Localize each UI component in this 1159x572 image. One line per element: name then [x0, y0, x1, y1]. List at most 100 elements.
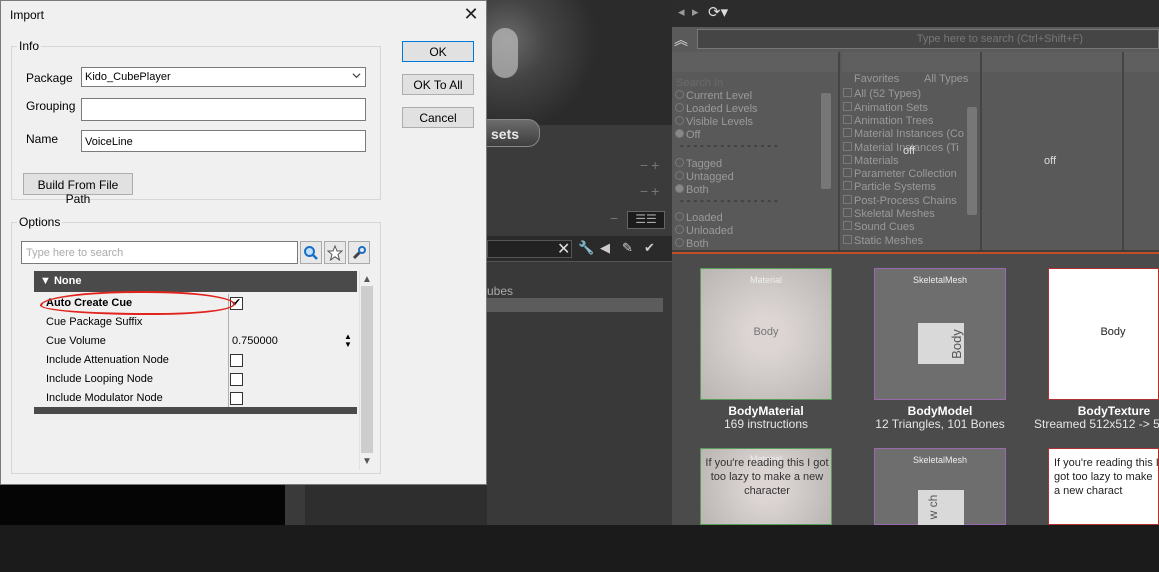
search-icon[interactable]: [300, 241, 322, 264]
asset-preview-text: If you're reading this I got too lazy to…: [1054, 457, 1159, 497]
asset-type-label: Material: [749, 275, 782, 285]
search-in-header: Search In: [676, 77, 724, 89]
star-icon[interactable]: [324, 241, 346, 264]
all-types-tab[interactable]: All Types: [924, 73, 968, 86]
close-icon[interactable]: ✕: [460, 3, 482, 25]
wrench-icon[interactable]: [348, 241, 370, 264]
type-filter[interactable]: Animation Trees: [843, 115, 933, 128]
level-filter-visible[interactable]: Visible Levels: [675, 116, 753, 129]
types-scrollbar[interactable]: [967, 107, 977, 215]
asset-info: 169 instructions: [723, 417, 809, 431]
type-filter[interactable]: Static Meshes: [843, 235, 923, 247]
load-filter-loaded[interactable]: Loaded: [675, 212, 723, 225]
tag-filter-untagged[interactable]: Untagged: [675, 171, 734, 184]
add-remove-icon[interactable]: −+: [640, 183, 662, 199]
type-filter[interactable]: All (52 Types): [843, 88, 921, 101]
asset-preview-text: w ch: [926, 494, 940, 520]
asset-preview-text: Body: [753, 326, 779, 338]
view-mode-toggle[interactable]: ☰☰: [627, 211, 665, 229]
content-browser-nav-bar: ◂ ▸ ⟳▾: [672, 0, 1159, 27]
property-row-include-looping-node: Include Looping Node: [34, 370, 357, 389]
favorites-tab[interactable]: Favorites: [854, 73, 899, 86]
spinner-arrows-icon[interactable]: ▲ ▼: [344, 333, 352, 349]
package-label: Package: [26, 71, 73, 85]
load-filter-both[interactable]: Both: [675, 238, 709, 248]
separator: - - - - - - - - - - - - - - -: [680, 195, 778, 207]
type-filter[interactable]: Material Instances (Co: [843, 128, 967, 141]
options-group-label: Options: [17, 215, 63, 229]
divider: [1122, 52, 1124, 250]
load-filter-unloaded[interactable]: Unloaded: [675, 225, 733, 238]
property-name: Cue Volume: [46, 335, 106, 347]
add-remove-icon[interactable]: −+: [640, 157, 662, 173]
divider: [228, 351, 229, 370]
options-search-input[interactable]: Type here to search: [21, 241, 298, 264]
collapse-filters-icon[interactable]: ︽: [674, 30, 688, 50]
asset-name: BodyModel: [907, 404, 973, 418]
asset-type-label: SkeletalMesh: [912, 275, 968, 285]
scroll-up-icon[interactable]: ▲: [362, 274, 372, 285]
include-modulator-node-checkbox[interactable]: [230, 392, 243, 405]
level-filter-loaded[interactable]: Loaded Levels: [675, 103, 758, 116]
scrollbar-thumb[interactable]: [361, 286, 373, 453]
type-filter[interactable]: Sound Cues: [843, 221, 915, 234]
ok-to-all-button[interactable]: OK To All: [402, 74, 474, 95]
filter-off-label: off: [1044, 155, 1057, 167]
red-annotation-circle: [40, 291, 235, 315]
type-filter[interactable]: Post-Process Chains: [843, 195, 957, 208]
type-filter[interactable]: Particle Systems: [843, 181, 936, 194]
property-name: Include Modulator Node: [46, 392, 163, 404]
add-remove-icon[interactable]: −: [610, 210, 621, 226]
wrench-icon[interactable]: 🔧: [578, 240, 594, 256]
package-combo[interactable]: Kido_CubePlayer: [81, 67, 366, 87]
refresh-icon[interactable]: ⟳▾: [708, 3, 728, 21]
editor-splitter[interactable]: [285, 485, 305, 525]
package-value: Kido_CubePlayer: [85, 71, 171, 83]
cue-volume-input[interactable]: 0.750000: [232, 335, 278, 347]
build-from-file-path-button[interactable]: Build From File Path: [23, 173, 133, 206]
property-category-none[interactable]: ▼ None: [34, 271, 357, 292]
cancel-button[interactable]: Cancel: [402, 107, 474, 128]
level-filter-current[interactable]: Current Level: [675, 90, 752, 103]
check-icon[interactable]: ✔: [644, 240, 655, 256]
speaker-icon[interactable]: ◀: [600, 240, 610, 256]
include-looping-node-checkbox[interactable]: [230, 373, 243, 386]
clear-search-icon[interactable]: ✕: [557, 239, 570, 259]
property-row-include-attenuation-node: Include Attenuation Node: [34, 351, 357, 370]
type-filter[interactable]: Skeletal Meshes: [843, 208, 935, 221]
type-filter[interactable]: Parameter Collection: [843, 168, 957, 181]
type-filter[interactable]: Materials: [843, 155, 899, 168]
filter-scrollbar[interactable]: [821, 93, 831, 189]
asset-name: BodyTexture: [1077, 404, 1151, 418]
asset-type-label: SkeletalMesh: [912, 455, 968, 465]
divider: [228, 370, 229, 389]
package-tree-selected-row[interactable]: [487, 298, 663, 312]
name-label: Name: [26, 132, 59, 146]
info-group-label: Info: [17, 39, 42, 53]
back-icon[interactable]: ◂: [678, 4, 685, 20]
asset-preview-text: Body: [1100, 326, 1126, 338]
filter-off-label: off: [903, 145, 916, 157]
asset-preview-text: Body: [949, 329, 964, 359]
scroll-down-icon[interactable]: ▼: [362, 456, 372, 467]
grouping-input[interactable]: [81, 98, 366, 121]
property-row-cue-package-suffix: Cue Package Suffix: [34, 313, 357, 332]
content-search-input[interactable]: Type here to search (Ctrl+Shift+F): [697, 29, 1159, 49]
include-attenuation-node-checkbox[interactable]: [230, 354, 243, 367]
property-grid-footer: [34, 407, 357, 414]
asset-name: BodyMaterial: [728, 404, 804, 418]
forward-icon[interactable]: ▸: [692, 4, 699, 20]
tag-filter-tagged[interactable]: Tagged: [675, 158, 722, 171]
asset-info: 12 Triangles, 101 Bones: [875, 417, 1005, 431]
asset-info: Streamed 512x512 -> 51: [1034, 417, 1159, 431]
category-label: None: [53, 275, 82, 287]
ok-button[interactable]: OK: [402, 41, 474, 62]
property-row-include-modulator-node: Include Modulator Node: [34, 389, 357, 408]
type-filter[interactable]: Animation Sets: [843, 102, 928, 115]
divider: [228, 389, 229, 408]
property-name: Include Attenuation Node: [46, 354, 169, 366]
name-input[interactable]: VoiceLine: [81, 130, 366, 152]
package-tree-item[interactable]: ubes: [487, 284, 513, 298]
pencil-icon[interactable]: ✎: [622, 240, 633, 256]
property-name: Cue Package Suffix: [46, 316, 143, 328]
